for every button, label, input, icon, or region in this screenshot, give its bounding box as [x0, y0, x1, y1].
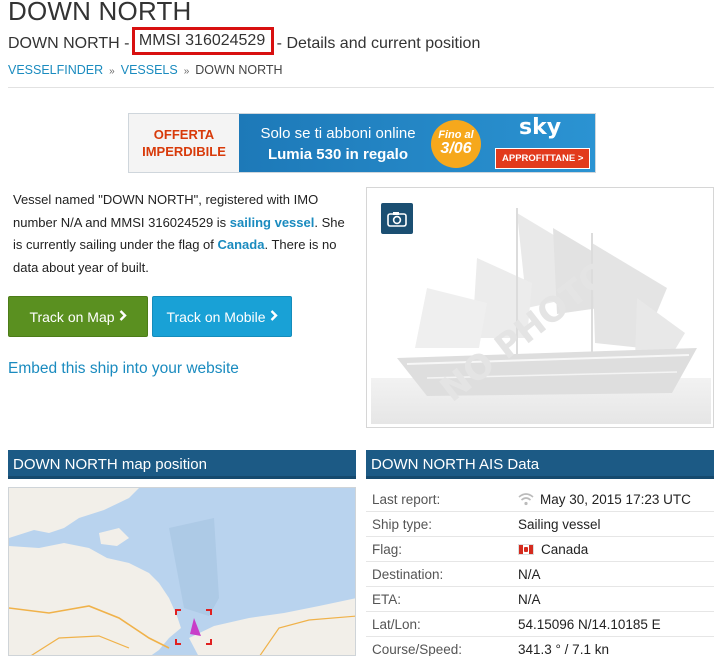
ad-content: Solo se ti abboni online Lumia 530 in re… [239, 114, 595, 172]
breadcrumb-separator-icon: » [183, 66, 190, 77]
chevron-right-icon [119, 309, 127, 324]
map-canvas [9, 488, 355, 655]
ais-row-last-report: Last report: May 30, 2015 17:23 UTC [366, 487, 714, 512]
breadcrumb-separator-icon: » [109, 66, 115, 77]
vessel-description: Vessel named "DOWN NORTH", registered wi… [13, 189, 355, 279]
ad-offer-line2: IMPERDIBILE [142, 144, 226, 159]
ais-label: Destination: [372, 566, 444, 582]
ais-label: Course/Speed: [372, 641, 463, 656]
ad-banner[interactable]: OFFERTA IMPERDIBILE Solo se ti abboni on… [128, 113, 596, 173]
ad-text-line2: Lumia 530 in regalo [267, 146, 409, 163]
breadcrumb-vesselfinder[interactable]: VESSELFINDER [8, 63, 103, 77]
track-on-map-label: Track on Map [29, 308, 115, 325]
breadcrumb-current: DOWN NORTH [195, 63, 283, 77]
canada-flag-icon [518, 543, 534, 555]
map-panel-header: DOWN NORTH map position [8, 450, 356, 479]
ais-row-eta: ETA: N/A [366, 587, 714, 612]
vessel-type-link[interactable]: sailing vessel [230, 215, 315, 230]
ais-value: May 30, 2015 17:23 UTC [518, 492, 714, 507]
ais-label: Last report: [372, 491, 441, 507]
ais-row-flag: Flag: Canada [366, 537, 714, 562]
ship-type-value: Sailing vessel [518, 516, 601, 532]
ad-cta-button[interactable]: APPROFITTANE > [495, 148, 591, 169]
lat-lon-value: 54.15096 N/14.10185 E [518, 616, 661, 632]
ais-label: Lat/Lon: [372, 616, 421, 632]
breadcrumb: VESSELFINDER » VESSELS » DOWN NORTH [8, 63, 283, 77]
header-divider [8, 87, 714, 88]
ad-text: Solo se ti abboni online Lumia 530 in re… [249, 123, 427, 165]
ad-date-badge: Fino al 3/06 [431, 120, 481, 168]
vessel-map[interactable] [8, 487, 356, 656]
ais-panel-header: DOWN NORTH AIS Data [366, 450, 714, 479]
no-photo-ship-illustration: NO PHOTO [371, 208, 711, 424]
subtitle-suffix: - Details and current position [272, 35, 481, 52]
ais-value: Canada [518, 542, 714, 557]
ais-data-table: Last report: May 30, 2015 17:23 UTC Ship… [366, 487, 714, 656]
chevron-right-icon [270, 309, 278, 324]
signal-icon [518, 492, 534, 506]
ais-row-destination: Destination: N/A [366, 562, 714, 587]
track-on-map-button[interactable]: Track on Map [8, 296, 148, 337]
vessel-photo-placeholder: NO PHOTO [366, 187, 714, 428]
camera-icon[interactable] [381, 203, 413, 234]
ais-label: Ship type: [372, 516, 433, 532]
ais-row-ship-type: Ship type: Sailing vessel [366, 512, 714, 537]
track-on-mobile-label: Track on Mobile [166, 308, 266, 325]
ad-badge-date: 3/06 [440, 140, 472, 157]
ais-row-lat-lon: Lat/Lon: 54.15096 N/14.10185 E [366, 612, 714, 637]
ais-row-course-speed: Course/Speed: 341.3 ° / 7.1 kn [366, 637, 714, 656]
ais-label: Flag: [372, 541, 403, 557]
destination-value: N/A [518, 566, 541, 582]
breadcrumb-vessels[interactable]: VESSELS [121, 63, 178, 77]
page-subtitle: DOWN NORTH - MMSI 316024529 - Details an… [8, 27, 481, 58]
course-speed-value: 341.3 ° / 7.1 kn [518, 641, 609, 656]
flag-value: Canada [541, 541, 589, 557]
mmsi-highlight: MMSI 316024529 [131, 27, 275, 55]
last-report-value: May 30, 2015 17:23 UTC [540, 491, 691, 507]
ad-offer-line1: OFFERTA [153, 127, 215, 142]
ad-offer-label: OFFERTA IMPERDIBILE [129, 114, 239, 172]
embed-ship-link[interactable]: Embed this ship into your website [8, 360, 239, 378]
eta-value: N/A [518, 591, 541, 607]
flag-country-link[interactable]: Canada [218, 237, 265, 252]
track-on-mobile-button[interactable]: Track on Mobile [152, 296, 292, 337]
page-title: DOWN NORTH [8, 0, 192, 26]
ais-label: ETA: [372, 591, 402, 607]
ad-text-line1: Solo se ti abboni online [260, 125, 416, 142]
subtitle-vessel-name: DOWN NORTH - [8, 35, 134, 52]
ad-brand-logo: sky [519, 115, 562, 140]
